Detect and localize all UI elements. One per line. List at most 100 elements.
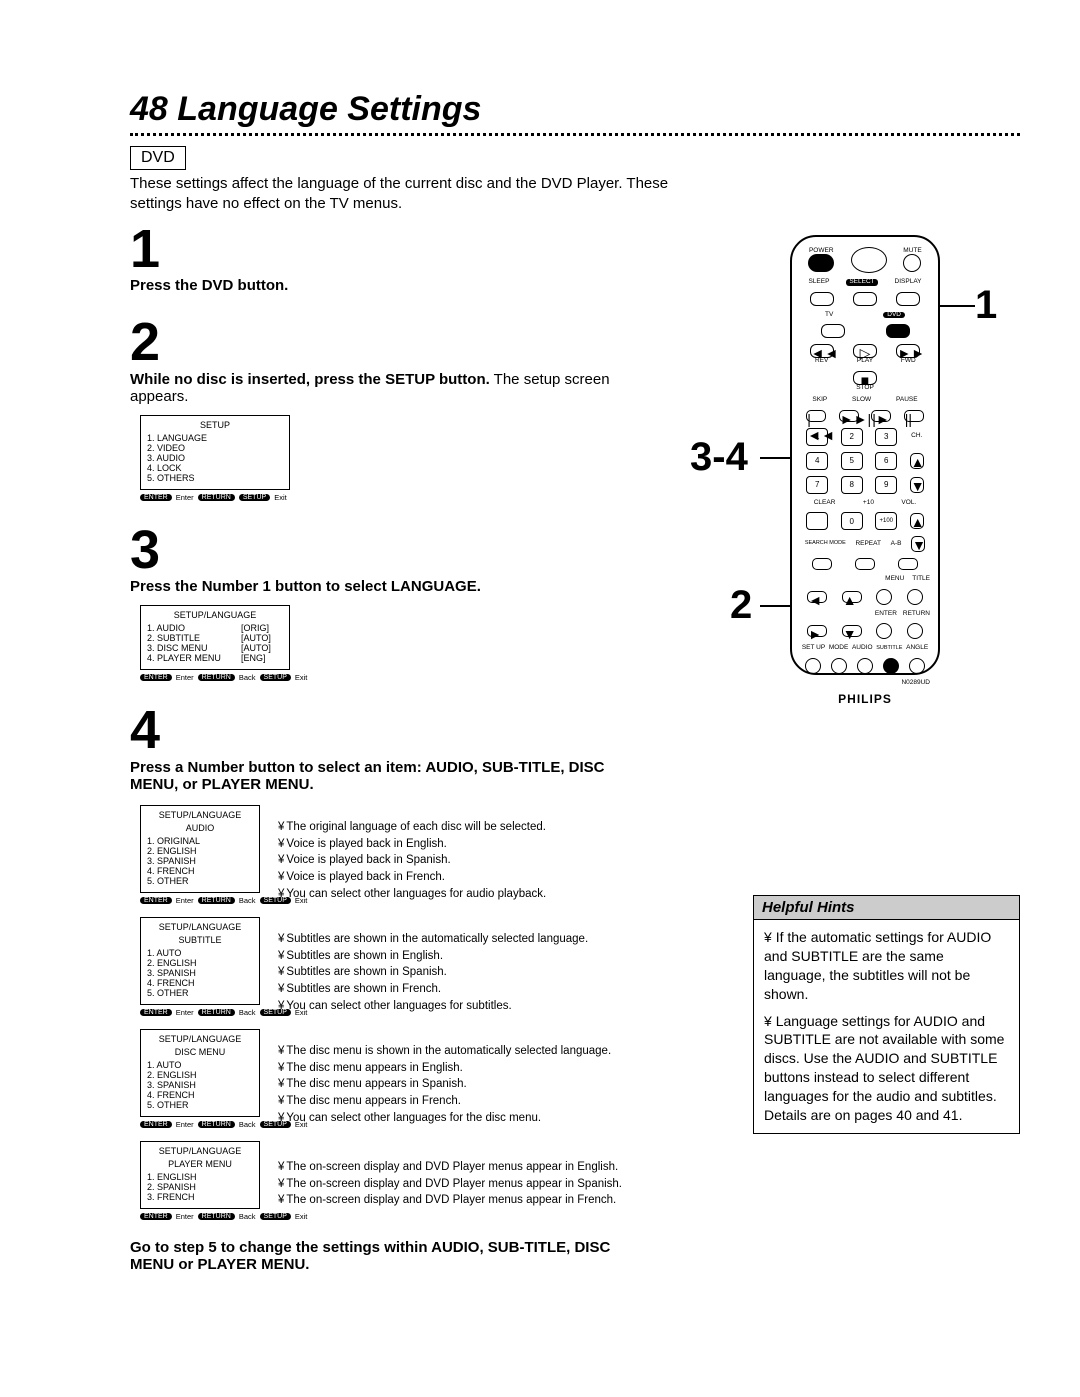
remote-label: +10 — [863, 500, 874, 507]
remote-enter-button — [876, 623, 892, 639]
remote-label: CH. — [910, 433, 924, 440]
remote-return-button — [907, 623, 923, 639]
stop-icon: ■ — [853, 371, 877, 385]
hint-item: Language settings for AUDIO and SUBTITLE… — [764, 1012, 1009, 1125]
ch-up-icon: ▲ — [910, 453, 924, 469]
remote-label: SELECT — [846, 279, 877, 286]
osd-subtitle: DISC MENU — [147, 1047, 253, 1057]
osd-item: 5. OTHER — [147, 1100, 253, 1110]
callout-2: 2 — [730, 583, 752, 628]
pill: ENTER — [140, 1121, 172, 1128]
osd-item: 5. OTHER — [147, 988, 253, 998]
remote-num-button: 7 — [806, 476, 828, 494]
osd-setup-title: SETUP — [147, 420, 283, 430]
osd-row-l: 3. DISC MENU — [147, 643, 241, 653]
foot-label: Enter — [176, 673, 194, 682]
foot-label: Back — [239, 896, 256, 905]
foot-label: Back — [239, 1212, 256, 1221]
remote-num-button: 5 — [841, 452, 863, 470]
osd-setup-item: 4. LOCK — [147, 463, 283, 473]
foot-label: Back — [239, 1120, 256, 1129]
remote-button — [855, 558, 875, 570]
remote-label: SEARCH MODE — [805, 541, 846, 547]
foot-label: Enter — [176, 493, 194, 502]
explain-line: The disc menu is shown in the automatica… — [278, 1043, 611, 1060]
pill: SETUP — [260, 1213, 291, 1220]
osd-language: SETUP/LANGUAGE 1. AUDIO[ORIG] 2. SUBTITL… — [140, 605, 290, 682]
foot-label: Enter — [176, 1120, 194, 1129]
foot-label: Enter — [176, 1212, 194, 1221]
explain-line: You can select other languages for audio… — [278, 886, 546, 903]
arrow-left-icon: ◄ — [807, 591, 827, 603]
osd-subtitle: SETUP/LANGUAGE — [147, 1146, 253, 1156]
osd-item: 2. SPANISH — [147, 1182, 253, 1192]
remote-label: SET UP — [802, 645, 825, 652]
osd-subtitle: SETUP/LANGUAGE — [147, 922, 253, 932]
remote-label: MUTE — [903, 248, 921, 255]
pill: ENTER — [140, 897, 172, 904]
remote-num-button: 1 — [806, 428, 828, 446]
remote-button — [812, 558, 832, 570]
osd-subtitle: SETUP/LANGUAGE — [147, 1034, 253, 1044]
skip-next-icon: ►►| — [839, 410, 859, 422]
remote-label: PLAY — [853, 358, 877, 365]
arrow-up-icon: ▲ — [842, 591, 862, 603]
remote-label: ANGLE — [906, 645, 928, 652]
foot-label: Enter — [176, 896, 194, 905]
callout-line — [760, 457, 790, 459]
remote-num-button: 4 — [806, 452, 828, 470]
osd-language-footer: ENTEREnter RETURNBack SETUPExit — [140, 673, 290, 682]
osd-setup-item: 5. OTHERS — [147, 473, 283, 483]
remote-audio-button — [857, 658, 873, 674]
remote-label: PAUSE — [896, 397, 918, 404]
remote-label: CLEAR — [814, 500, 836, 507]
remote-label: SUBTITLE — [876, 646, 902, 652]
step-1-text: Press the DVD button. — [130, 277, 288, 294]
hint-item: If the automatic settings for AUDIO and … — [764, 928, 1009, 1004]
remote-label: DVD — [883, 312, 905, 319]
foot-label: Exit — [295, 673, 308, 682]
helpful-hints: Helpful Hints If the automatic settings … — [753, 895, 1020, 1134]
osd-row-r: [AUTO] — [241, 643, 283, 653]
pill: RETURN — [198, 494, 235, 501]
slow-icon: |► — [871, 410, 891, 422]
remote-clear-button — [806, 512, 828, 530]
explain-line: The on-screen display and DVD Player men… — [278, 1192, 622, 1209]
osd-item: 3. SPANISH — [147, 968, 253, 978]
explain-line: Subtitles are shown in English. — [278, 948, 588, 965]
explain-line: The disc menu appears in English. — [278, 1060, 611, 1077]
osd-row-r: [AUTO] — [241, 633, 283, 643]
remote-label: A-B — [891, 541, 902, 548]
remote-mode-button — [831, 658, 847, 674]
osd-item: 2. ENGLISH — [147, 958, 253, 968]
explain-line: The on-screen display and DVD Player men… — [278, 1176, 622, 1193]
remote-button — [898, 558, 918, 570]
pill: SETUP — [239, 494, 270, 501]
arrow-right-icon: ► — [807, 625, 827, 637]
pill: ENTER — [140, 1213, 172, 1220]
remote-num-button: 2 — [841, 428, 863, 446]
rev-icon: ◄◄ — [810, 344, 834, 358]
osd-setup-item: 3. AUDIO — [147, 453, 283, 463]
remote-label: ENTER — [875, 611, 897, 618]
osd-row-r: [ENG] — [241, 653, 283, 663]
callout-3-4: 3-4 — [690, 435, 748, 480]
pill: RETURN — [198, 1009, 235, 1016]
remote-label: SKIP — [812, 397, 827, 404]
osd-row-l: 4. PLAYER MENU — [147, 653, 241, 663]
remote-num-button: 8 — [841, 476, 863, 494]
osd-setup-footer: ENTEREnter RETURN SETUPExit — [140, 493, 290, 502]
remote-model: N0289UD — [800, 680, 930, 687]
pill: RETURN — [198, 1121, 235, 1128]
foot-label: Back — [239, 673, 256, 682]
pill: RETURN — [198, 674, 235, 681]
osd-item: 1. ORIGINAL — [147, 836, 253, 846]
remote-setup-button — [805, 658, 821, 674]
explain-line: Voice is played back in French. — [278, 869, 546, 886]
helpful-hints-title: Helpful Hints — [754, 896, 1019, 920]
remote-button — [853, 292, 877, 306]
remote-num-button: 0 — [841, 512, 863, 530]
mute-icon — [903, 254, 921, 272]
remote-button — [810, 292, 834, 306]
foot-label: Enter — [176, 1008, 194, 1017]
